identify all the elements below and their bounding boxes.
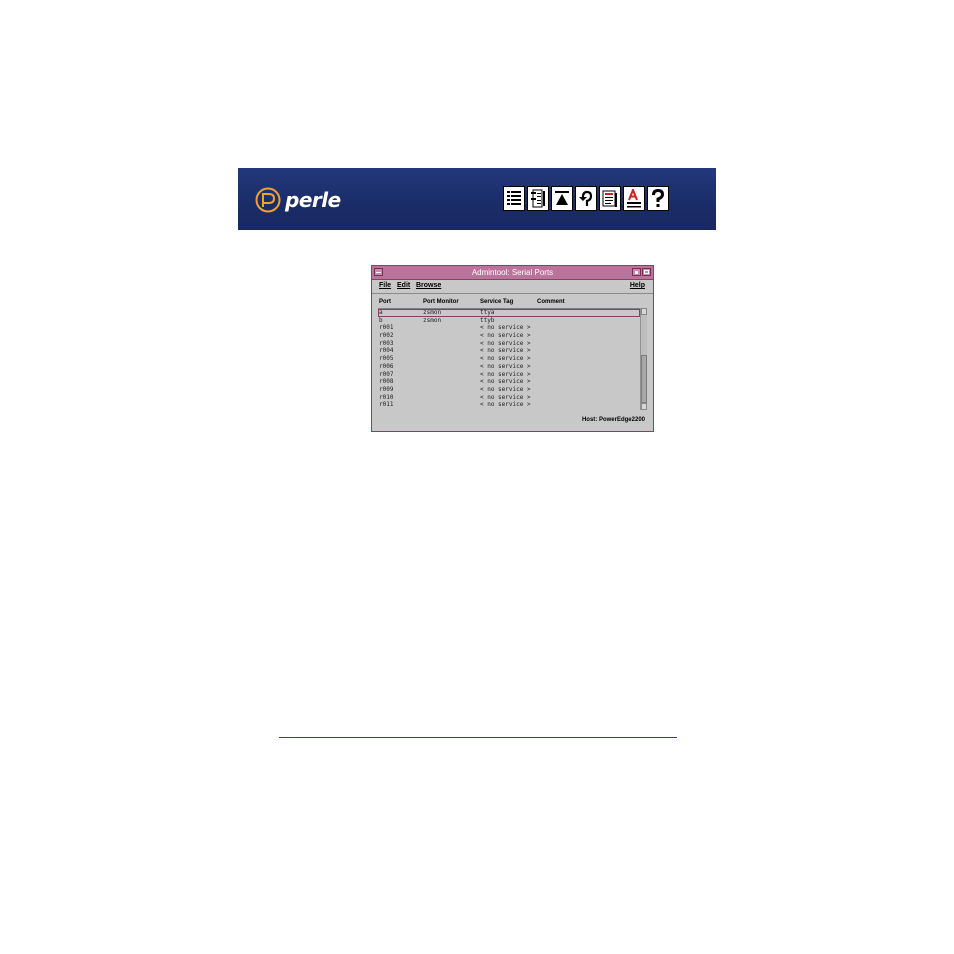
service-tag-cell: < no service > — [480, 347, 531, 355]
service-tag-cell: ttyb — [480, 316, 495, 324]
table-row[interactable]: r011 < no service > — [378, 401, 640, 409]
perle-banner: perle — [238, 168, 716, 230]
menu-file[interactable]: File — [379, 282, 391, 289]
port-cell: r005 — [379, 355, 394, 363]
table-row[interactable]: a zsmon ttya — [378, 309, 640, 317]
column-header-service-tag: Service Tag — [480, 299, 514, 305]
menu-edit[interactable]: Edit — [397, 282, 410, 289]
contents-icon[interactable] — [503, 186, 525, 211]
perle-logo-text: perle — [285, 188, 341, 212]
document-icon[interactable] — [599, 186, 621, 211]
scroll-thumb[interactable] — [641, 355, 647, 403]
minimize-icon[interactable] — [632, 268, 641, 276]
port-cell: r011 — [379, 401, 394, 409]
list-scrollbar[interactable] — [640, 308, 647, 410]
service-tag-cell: < no service > — [480, 339, 531, 347]
admintool-window: Admintool: Serial Ports File Edit Browse… — [371, 265, 654, 432]
help-icon[interactable] — [647, 186, 669, 211]
scroll-down-arrow-icon[interactable] — [641, 403, 647, 410]
port-cell: r007 — [379, 370, 394, 378]
port-cell: r006 — [379, 362, 394, 370]
scroll-up-arrow-icon[interactable] — [641, 308, 647, 315]
maximize-icon[interactable] — [642, 268, 651, 276]
serial-ports-list[interactable]: a zsmon ttya b zsmon ttyb r001 < no serv… — [378, 308, 640, 411]
host-label: Host: PowerEdge2200 — [581, 417, 645, 423]
port-cell: r003 — [379, 339, 394, 347]
menu-separator — [372, 293, 653, 294]
footer-divider — [279, 737, 677, 738]
table-row[interactable]: r009 < no service > — [378, 386, 640, 394]
index-icon[interactable] — [527, 186, 549, 211]
menu-browse[interactable]: Browse — [416, 282, 441, 289]
table-row[interactable]: r008 < no service > — [378, 378, 640, 386]
menu-bar: File Edit Browse Help — [372, 280, 653, 292]
service-tag-cell: < no service > — [480, 385, 531, 393]
perle-logo[interactable]: perle — [254, 185, 341, 215]
service-tag-cell: < no service > — [480, 332, 531, 340]
table-row[interactable]: b zsmon ttyb — [378, 317, 640, 325]
back-icon[interactable] — [575, 186, 597, 211]
table-row[interactable]: r001 < no service > — [378, 324, 640, 332]
column-header-comment: Comment — [537, 299, 565, 305]
table-row[interactable]: r006 < no service > — [378, 363, 640, 371]
service-tag-cell: < no service > — [480, 370, 531, 378]
table-row[interactable]: r004 < no service > — [378, 347, 640, 355]
column-header-port-monitor: Port Monitor — [423, 299, 459, 305]
table-row[interactable]: r010 < no service > — [378, 394, 640, 402]
table-row[interactable]: r002 < no service > — [378, 332, 640, 340]
window-titlebar[interactable]: Admintool: Serial Ports — [372, 266, 653, 280]
text-icon[interactable] — [623, 186, 645, 211]
top-icon[interactable] — [551, 186, 573, 211]
menu-help[interactable]: Help — [630, 282, 645, 289]
service-tag-cell: < no service > — [480, 324, 531, 332]
service-tag-cell: ttya — [480, 309, 495, 316]
port-cell: b — [379, 316, 383, 324]
table-row[interactable]: r003 < no service > — [378, 340, 640, 348]
service-tag-cell: < no service > — [480, 401, 531, 409]
table-row[interactable]: r005 < no service > — [378, 355, 640, 363]
service-tag-cell: < no service > — [480, 393, 531, 401]
port-cell: r001 — [379, 324, 394, 332]
service-tag-cell: < no service > — [480, 355, 531, 363]
port-cell: a — [379, 309, 383, 316]
table-row[interactable]: r007 < no service > — [378, 371, 640, 379]
port-monitor-cell: zsmon — [423, 316, 442, 324]
port-cell: r004 — [379, 347, 394, 355]
perle-logo-icon — [255, 187, 281, 213]
port-cell: r008 — [379, 378, 394, 386]
service-tag-cell: < no service > — [480, 362, 531, 370]
column-header-port: Port — [379, 299, 391, 305]
service-tag-cell: < no service > — [480, 378, 531, 386]
port-cell: r010 — [379, 393, 394, 401]
port-cell: r009 — [379, 385, 394, 393]
window-title: Admintool: Serial Ports — [471, 268, 554, 277]
navigation-toolbar — [503, 186, 669, 211]
port-monitor-cell: zsmon — [423, 309, 442, 316]
port-cell: r002 — [379, 332, 394, 340]
